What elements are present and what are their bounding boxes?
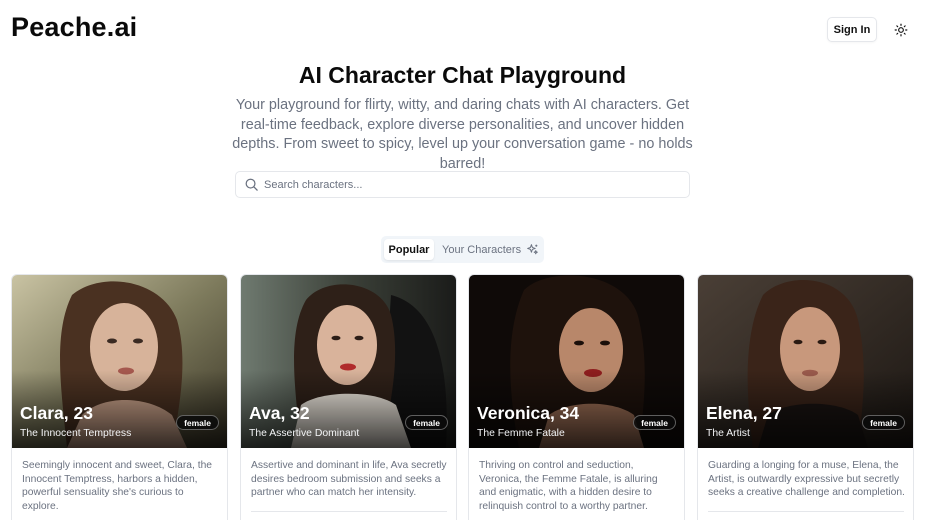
tab-your-characters[interactable]: Your Characters	[434, 239, 539, 260]
character-name: Clara, 23	[20, 403, 93, 423]
character-name: Elena, 27	[706, 403, 782, 423]
gender-badge: female	[633, 415, 676, 430]
character-card-elena[interactable]: Elena, 27 The Artist female Guarding a l…	[697, 274, 914, 520]
logo[interactable]: Peache.ai	[11, 12, 137, 43]
character-card-veronica[interactable]: Veronica, 34 The Femme Fatale female Thr…	[468, 274, 685, 520]
sparkles-icon	[527, 244, 538, 255]
character-role: The Artist	[706, 428, 750, 439]
character-name: Ava, 32	[249, 403, 310, 423]
character-description: Guarding a longing for a muse, Elena, th…	[708, 460, 905, 499]
page-subtitle: Your playground for flirty, witty, and d…	[232, 97, 693, 172]
character-description: Seemingly innocent and sweet, Clara, the…	[22, 460, 213, 512]
tab-popular[interactable]: Popular	[384, 239, 434, 260]
page-title: AI Character Chat Playground	[298, 62, 627, 88]
card-divider	[708, 511, 904, 512]
character-name: Veronica, 34	[477, 403, 580, 423]
character-role: The Assertive Dominant	[249, 428, 360, 439]
sign-in-button[interactable]: Sign In	[827, 17, 877, 42]
character-role: The Femme Fatale	[477, 428, 565, 439]
character-role: The Innocent Temptress	[20, 428, 132, 439]
search-icon	[245, 178, 258, 191]
gender-badge: female	[176, 415, 219, 430]
character-description: Thriving on control and seduction, Veron…	[479, 460, 658, 512]
character-description: Assertive and dominant in life, Ava secr…	[251, 460, 447, 499]
character-tabs: Popular Your Characters	[381, 236, 544, 263]
theme-toggle-button[interactable]	[890, 19, 911, 40]
gender-badge: female	[862, 415, 905, 430]
character-card-ava[interactable]: Ava, 32 The Assertive Dominant female As…	[240, 274, 457, 520]
tab-your-characters-label: Your Characters	[442, 243, 522, 256]
card-divider	[251, 511, 447, 512]
search-input[interactable]	[264, 178, 664, 191]
tab-popular-label: Popular	[388, 243, 430, 256]
search-bar[interactable]	[235, 171, 690, 198]
sun-icon	[894, 23, 907, 36]
gender-badge: female	[405, 415, 448, 430]
character-card-clara[interactable]: Clara, 23 The Innocent Temptress female …	[11, 274, 228, 520]
